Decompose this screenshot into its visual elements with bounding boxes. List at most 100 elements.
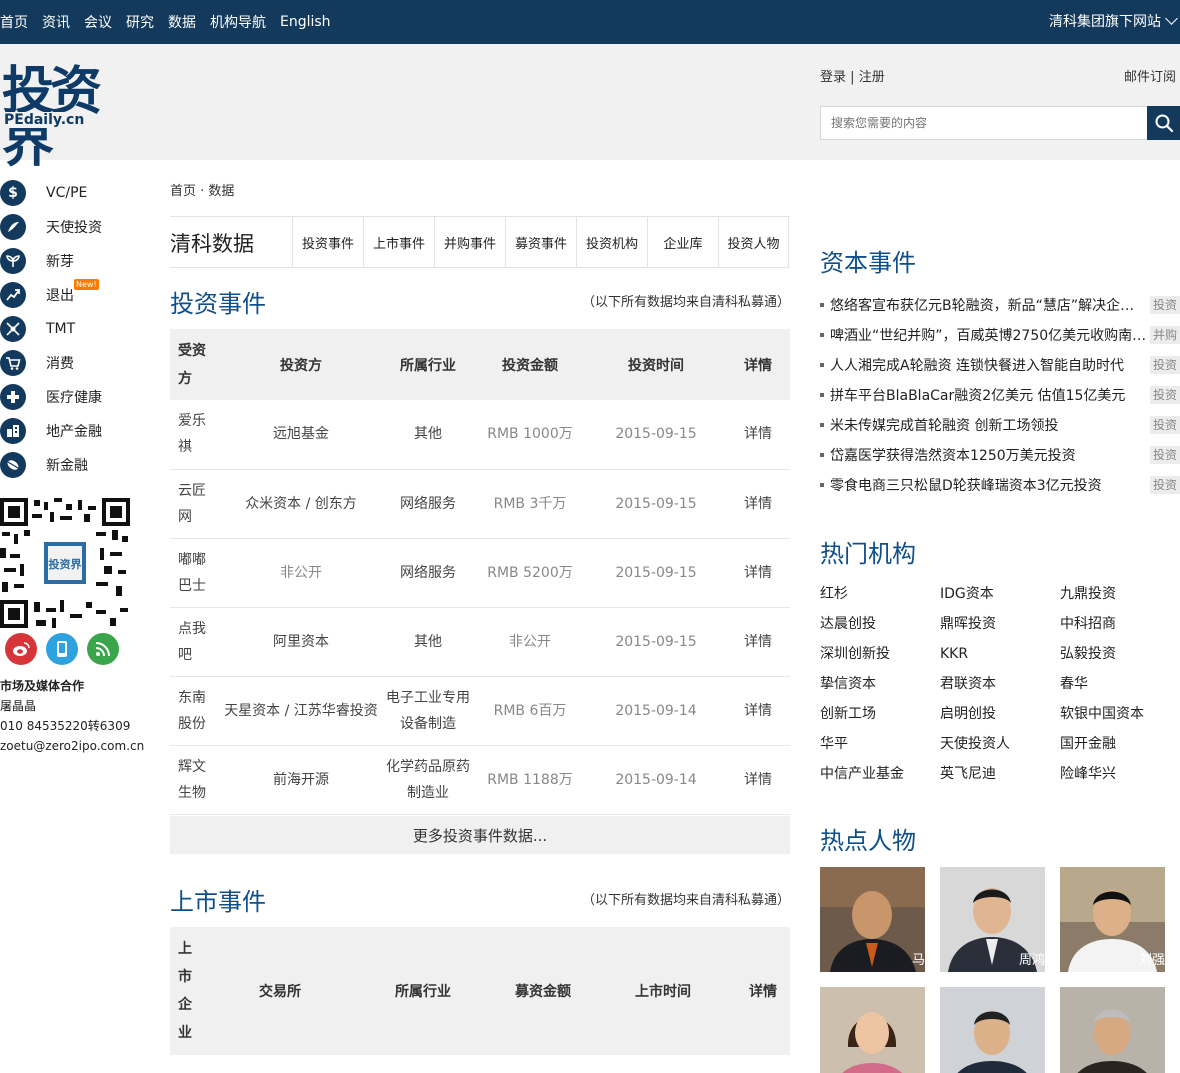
login-link[interactable]: 登录 bbox=[820, 70, 846, 85]
sidebar-item-newfinance[interactable]: 新金融 bbox=[0, 448, 150, 482]
tab-company-db[interactable]: 企业库 bbox=[647, 217, 718, 267]
investor-cell[interactable]: 远旭基金 bbox=[220, 400, 382, 470]
sidebar-item-realestate[interactable]: 地产金融 bbox=[0, 414, 150, 448]
investee-cell[interactable]: 点我吧 bbox=[170, 607, 220, 677]
org-link[interactable]: 软银中国资本 bbox=[1060, 699, 1180, 729]
org-link[interactable]: 险峰华兴 bbox=[1060, 759, 1180, 789]
detail-link[interactable]: 详情 bbox=[726, 400, 790, 470]
org-link[interactable]: 红杉 bbox=[820, 579, 940, 609]
top-nav-conference[interactable]: 会议 bbox=[84, 12, 112, 32]
invest-section-title: 投资事件 bbox=[170, 290, 266, 318]
org-link[interactable]: 华平 bbox=[820, 729, 940, 759]
org-link[interactable]: 中科招商 bbox=[1060, 609, 1180, 639]
sidebar-item-angel[interactable]: 天使投资 bbox=[0, 210, 150, 244]
detail-link[interactable]: 详情 bbox=[726, 745, 790, 815]
register-link[interactable]: 注册 bbox=[859, 70, 885, 85]
org-link[interactable]: 君联资本 bbox=[940, 669, 1060, 699]
more-invest-events-button[interactable]: 更多投资事件数据... bbox=[170, 816, 790, 854]
org-link[interactable]: 九鼎投资 bbox=[1060, 579, 1180, 609]
sidebar-item-sprout[interactable]: 新芽 bbox=[0, 244, 150, 278]
rss-icon[interactable] bbox=[87, 633, 119, 665]
tab-invest-events[interactable]: 投资事件 bbox=[292, 217, 363, 267]
tab-mna-events[interactable]: 并购事件 bbox=[434, 217, 505, 267]
mobile-icon[interactable] bbox=[46, 633, 78, 665]
person-card[interactable] bbox=[940, 987, 1045, 1073]
detail-link[interactable]: 详情 bbox=[726, 607, 790, 677]
person-card[interactable] bbox=[820, 987, 925, 1073]
org-link[interactable]: 创新工场 bbox=[820, 699, 940, 729]
event-title[interactable]: 米未传媒完成首轮融资 创新工场领投 bbox=[830, 415, 1148, 435]
investee-cell[interactable]: 嘟嘟巴士 bbox=[170, 538, 220, 608]
org-link[interactable]: 深圳创新投 bbox=[820, 639, 940, 669]
investor-cell: 非公开 bbox=[220, 538, 382, 608]
contact-email[interactable]: zoetu@zero2ipo.com.cn bbox=[0, 736, 144, 756]
event-title[interactable]: 人人湘完成A轮融资 连锁快餐进入智能自助时代 bbox=[830, 355, 1148, 375]
site-logo[interactable]: 投资界 PEdaily.cn bbox=[2, 66, 142, 170]
event-title[interactable]: 啤酒业“世纪并购”，百威英博2750亿美元收购南非米勒 bbox=[830, 325, 1148, 345]
investor-cell[interactable]: 天星资本 / 江苏华睿投资 bbox=[220, 676, 382, 746]
top-nav-data[interactable]: 数据 bbox=[168, 12, 196, 32]
sidebar-item-vcpe[interactable]: $ VC/PE bbox=[0, 176, 150, 210]
top-nav-institutions[interactable]: 机构导航 bbox=[210, 12, 266, 32]
org-link[interactable]: 中信产业基金 bbox=[820, 759, 940, 789]
hot-people-title: 热点人物 bbox=[820, 827, 916, 855]
org-link[interactable]: 鼎晖投资 bbox=[940, 609, 1060, 639]
org-link[interactable]: 达晨创投 bbox=[820, 609, 940, 639]
top-nav-research[interactable]: 研究 bbox=[126, 12, 154, 32]
sidebar-item-tmt[interactable]: TMT bbox=[0, 312, 150, 346]
sidebar-item-consumer[interactable]: 消费 bbox=[0, 346, 150, 380]
top-nav-home[interactable]: 首页 bbox=[0, 12, 28, 32]
event-title[interactable]: 岱嘉医学获得浩然资本1250万美元投资 bbox=[830, 445, 1148, 465]
satellite-icon bbox=[0, 316, 26, 342]
sidebar-item-exit[interactable]: 退出 New! bbox=[0, 278, 150, 312]
tab-fundraising-events[interactable]: 募资事件 bbox=[505, 217, 576, 267]
list-item[interactable]: 岱嘉医学获得浩然资本1250万美元投资 投资 bbox=[820, 440, 1180, 470]
tab-investors[interactable]: 投资机构 bbox=[576, 217, 647, 267]
list-item[interactable]: 人人湘完成A轮融资 连锁快餐进入智能自助时代 投资 bbox=[820, 350, 1180, 380]
event-title[interactable]: 拼车平台BlaBlaCar融资2亿美元 估值15亿美元 bbox=[830, 385, 1148, 405]
list-item[interactable]: 悠络客宣布获亿元B轮融资，新品“慧店”解决企业痛点 投资 bbox=[820, 290, 1180, 320]
invest-section-note: （以下所有数据均来自清科私募通） bbox=[581, 295, 790, 310]
org-link[interactable]: IDG资本 bbox=[940, 579, 1060, 609]
industry-cell: 电子工业专用设备制造 bbox=[382, 676, 474, 746]
list-item[interactable]: 啤酒业“世纪并购”，百威英博2750亿美元收购南非米勒 并购 bbox=[820, 320, 1180, 350]
person-card[interactable]: 马 bbox=[820, 867, 925, 972]
search-button[interactable] bbox=[1147, 106, 1180, 140]
investee-cell[interactable]: 东南股份 bbox=[170, 676, 220, 746]
group-site-dropdown[interactable]: 清科集团旗下网站 bbox=[1049, 11, 1178, 31]
org-link[interactable]: 挚信资本 bbox=[820, 669, 940, 699]
breadcrumb[interactable]: 首页 · 数据 bbox=[170, 180, 234, 199]
list-item[interactable]: 零食电商三只松鼠D轮获峰瑞资本3亿元投资 投资 bbox=[820, 470, 1180, 500]
tab-ipo-events[interactable]: 上市事件 bbox=[363, 217, 434, 267]
org-link[interactable]: 弘毅投资 bbox=[1060, 639, 1180, 669]
org-link[interactable]: KKR bbox=[940, 639, 1060, 669]
person-card[interactable]: 刘强 bbox=[1060, 867, 1165, 972]
org-link[interactable]: 启明创投 bbox=[940, 699, 1060, 729]
investor-cell[interactable]: 阿里资本 bbox=[220, 607, 382, 677]
sidebar-item-healthcare[interactable]: 医疗健康 bbox=[0, 380, 150, 414]
list-item[interactable]: 米未传媒完成首轮融资 创新工场领投 投资 bbox=[820, 410, 1180, 440]
investee-cell[interactable]: 云匠网 bbox=[170, 469, 220, 539]
org-link[interactable]: 天使投资人 bbox=[940, 729, 1060, 759]
org-link[interactable]: 英飞尼迪 bbox=[940, 759, 1060, 789]
investor-cell[interactable]: 众米资本 / 创东方 bbox=[220, 469, 382, 539]
org-link[interactable]: 春华 bbox=[1060, 669, 1180, 699]
search-input[interactable] bbox=[821, 107, 1141, 139]
list-item[interactable]: 拼车平台BlaBlaCar融资2亿美元 估值15亿美元 投资 bbox=[820, 380, 1180, 410]
event-title[interactable]: 悠络客宣布获亿元B轮融资，新品“慧店”解决企业痛点 bbox=[830, 295, 1148, 315]
top-nav-news[interactable]: 资讯 bbox=[42, 12, 70, 32]
person-card[interactable] bbox=[1060, 987, 1165, 1073]
detail-link[interactable]: 详情 bbox=[726, 538, 790, 608]
investee-cell[interactable]: 爱乐祺 bbox=[170, 400, 220, 470]
top-nav-english[interactable]: English bbox=[280, 14, 331, 30]
weibo-icon[interactable] bbox=[5, 633, 37, 665]
detail-link[interactable]: 详情 bbox=[726, 469, 790, 539]
investor-cell[interactable]: 前海开源 bbox=[220, 745, 382, 815]
investee-cell[interactable]: 辉文生物 bbox=[170, 745, 220, 815]
email-subscribe-link[interactable]: 邮件订阅 bbox=[1124, 66, 1176, 85]
org-link[interactable]: 国开金融 bbox=[1060, 729, 1180, 759]
person-card[interactable]: 周鸿 bbox=[940, 867, 1045, 972]
tab-investor-people[interactable]: 投资人物 bbox=[718, 217, 789, 267]
detail-link[interactable]: 详情 bbox=[726, 676, 790, 746]
event-title[interactable]: 零食电商三只松鼠D轮获峰瑞资本3亿元投资 bbox=[830, 475, 1148, 495]
